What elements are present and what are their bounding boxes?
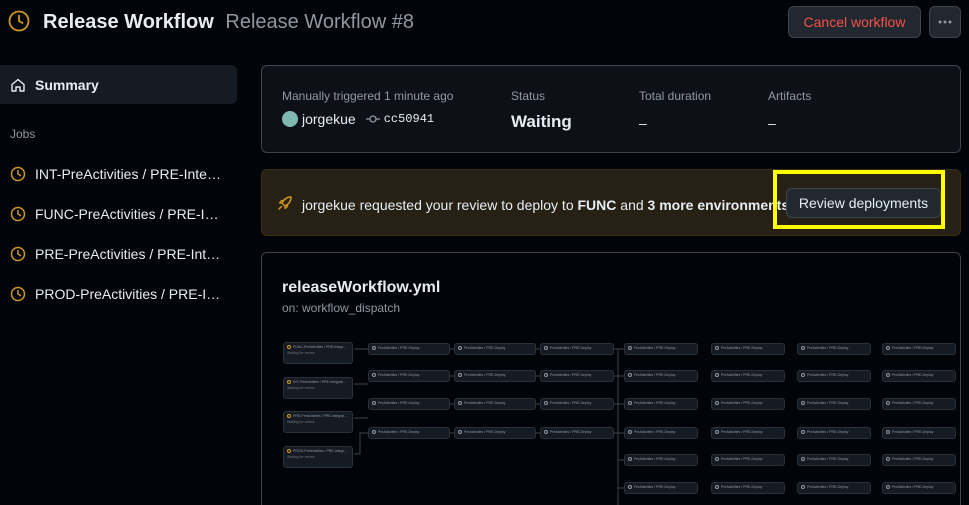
review-message: jorgekue requested your review to deploy… — [302, 197, 789, 213]
graph-node[interactable]: PreActivities / PRE-Deploy — [711, 427, 785, 439]
sidebar-job-label: PRE-PreActivities / PRE-Integration — [35, 246, 225, 262]
node-status: Waiting for review — [287, 351, 315, 356]
sidebar-job-pre[interactable]: PRE-PreActivities / PRE-Integration — [0, 239, 237, 269]
graph-node[interactable]: PreActivities / PRE-Deploy — [711, 343, 785, 355]
graph-node-pre-pre[interactable]: PRE-PreActivities / PRE-Integrat... Wait… — [283, 411, 353, 433]
graph-node[interactable]: PreActivities / PRE-Deploy — [624, 370, 698, 382]
node-label: PROD-PreActivities / PRE-Integr... — [293, 449, 347, 453]
graph-node-prod-pre[interactable]: PROD-PreActivities / PRE-Integr... Waiti… — [283, 446, 353, 468]
sidebar-job-prod[interactable]: PROD-PreActivities / PRE-Integration — [0, 279, 237, 309]
commit-link[interactable]: cc50941 — [365, 112, 435, 126]
graph-node[interactable]: PreActivities / PRE-Deploy — [882, 482, 956, 494]
page-title: Release Workflow Release Workflow #8 — [43, 11, 414, 34]
graph-node[interactable]: PreActivities / PRE-Deploy — [624, 343, 698, 355]
graph-node[interactable]: PreActivities / PRE-Deploy — [797, 482, 871, 494]
clock-icon — [10, 286, 26, 302]
graph-node[interactable]: PreActivities / PRE-Deploy — [711, 454, 785, 466]
clock-icon — [10, 166, 26, 182]
graph-node[interactable]: PreActivities / PRE-Deploy — [454, 370, 536, 382]
graph-node[interactable]: PreActivities / PRE-Deploy — [624, 482, 698, 494]
status-value: Waiting — [511, 112, 572, 131]
sidebar-job-label: FUNC-PreActivities / PRE-Integration — [35, 206, 225, 222]
graph-node[interactable]: PreActivities / PRE-Deploy — [882, 427, 956, 439]
clock-icon — [10, 246, 26, 262]
graph-node[interactable]: PreActivities / PRE-Deploy — [882, 398, 956, 410]
kebab-horizontal-icon — [938, 20, 952, 24]
graph-node[interactable]: PreActivities / PRE-Deploy — [368, 343, 450, 355]
graph-node[interactable]: PreActivities / PRE-Deploy — [797, 398, 871, 410]
git-commit-icon — [365, 115, 380, 123]
graph-node[interactable]: PreActivities / PRE-Deploy — [540, 370, 614, 382]
node-status: Waiting for review — [287, 386, 315, 391]
graph-node[interactable]: PreActivities / PRE-Deploy — [882, 370, 956, 382]
cancel-workflow-button[interactable]: Cancel workflow — [788, 6, 921, 38]
review-env: FUNC — [577, 197, 617, 213]
graph-node[interactable]: PreActivities / PRE-Deploy — [540, 398, 614, 410]
review-actor[interactable]: jorgekue — [302, 197, 356, 213]
graph-node[interactable]: PreActivities / PRE-Deploy — [624, 427, 698, 439]
node-status: Waiting for review — [287, 455, 315, 460]
status-label: Status — [511, 89, 546, 103]
review-more-envs: 3 more environments — [647, 197, 790, 213]
artifacts-value: – — [768, 115, 776, 131]
home-icon — [11, 78, 25, 92]
sidebar-item-summary[interactable]: Summary — [0, 65, 237, 104]
graph-node[interactable]: PreActivities / PRE-Deploy — [882, 454, 956, 466]
trigger-column: Manually triggered 1 minute ago jorgekue… — [282, 89, 453, 127]
graph-node[interactable]: PreActivities / PRE-Deploy — [454, 343, 536, 355]
graph-node[interactable]: PreActivities / PRE-Deploy — [624, 454, 698, 466]
sidebar-job-func[interactable]: FUNC-PreActivities / PRE-Integration — [0, 199, 237, 229]
graph-node[interactable]: PreActivities / PRE-Deploy — [368, 370, 450, 382]
clock-icon — [10, 206, 26, 222]
graph-node-func-pre[interactable]: FUNC-PreActivities / PRE-Integr... Waiti… — [283, 342, 353, 364]
status-column: Status Waiting — [511, 89, 572, 132]
run-summary-card: Manually triggered 1 minute ago jorgekue… — [261, 65, 961, 153]
graph-node[interactable]: PreActivities / PRE-Deploy — [797, 343, 871, 355]
artifacts-label: Artifacts — [768, 89, 812, 103]
sidebar-job-label: INT-PreActivities / PRE-Integration — [35, 166, 225, 182]
graph-node[interactable]: PreActivities / PRE-Deploy — [624, 398, 698, 410]
workflow-name: Release Workflow — [43, 11, 214, 33]
review-text: requested your review to deploy to — [355, 197, 578, 213]
graph-node[interactable]: PreActivities / PRE-Deploy — [454, 398, 536, 410]
node-label: PRE-PreActivities / PRE-Integrat... — [293, 414, 347, 418]
graph-node[interactable]: PreActivities / PRE-Deploy — [797, 454, 871, 466]
workflow-graph: releaseWorkflow.yml on: workflow_dispatc… — [261, 252, 961, 505]
graph-node[interactable]: PreActivities / PRE-Deploy — [882, 343, 956, 355]
more-options-button[interactable] — [929, 6, 961, 38]
rocket-icon — [278, 196, 292, 210]
jobs-heading: Jobs — [10, 127, 36, 141]
graph-node[interactable]: PreActivities / PRE-Deploy — [711, 398, 785, 410]
run-title: Release Workflow #8 — [225, 11, 414, 33]
graph-node[interactable]: PreActivities / PRE-Deploy — [540, 427, 614, 439]
node-status: Waiting for review — [287, 420, 315, 425]
actor-link[interactable]: jorgekue — [302, 111, 356, 127]
graph-node[interactable]: PreActivities / PRE-Deploy — [368, 398, 450, 410]
artifacts-column: Artifacts – — [768, 89, 811, 131]
sidebar-job-label: PROD-PreActivities / PRE-Integration — [35, 286, 225, 302]
graph-node-int-pre[interactable]: INT-PreActivities / PRE-Integrati... Wai… — [283, 377, 353, 399]
graph-node[interactable]: PreActivities / PRE-Deploy — [711, 482, 785, 494]
sidebar-summary-label: Summary — [35, 76, 99, 93]
graph-node[interactable]: PreActivities / PRE-Deploy — [711, 370, 785, 382]
graph-node[interactable]: PreActivities / PRE-Deploy — [797, 370, 871, 382]
node-label: FUNC-PreActivities / PRE-Integr... — [293, 345, 347, 349]
graph-node[interactable]: PreActivities / PRE-Deploy — [454, 427, 536, 439]
graph-node[interactable]: PreActivities / PRE-Deploy — [540, 343, 614, 355]
node-label: INT-PreActivities / PRE-Integrati... — [293, 380, 346, 384]
review-request-banner: jorgekue requested your review to deploy… — [261, 169, 961, 236]
avatar[interactable] — [282, 111, 298, 127]
review-deployments-button[interactable]: Review deployments — [786, 188, 941, 218]
review-text-and: and — [616, 197, 648, 213]
duration-column: Total duration – — [639, 89, 711, 131]
commit-sha: cc50941 — [383, 112, 435, 126]
sidebar-job-int[interactable]: INT-PreActivities / PRE-Integration — [0, 159, 237, 189]
graph-node[interactable]: PreActivities / PRE-Deploy — [797, 427, 871, 439]
duration-label: Total duration — [639, 89, 712, 103]
trigger-text: Manually triggered 1 minute ago — [282, 89, 454, 103]
duration-value: – — [639, 115, 647, 131]
graph-node[interactable]: PreActivities / PRE-Deploy — [368, 427, 450, 439]
clock-icon — [8, 10, 30, 32]
